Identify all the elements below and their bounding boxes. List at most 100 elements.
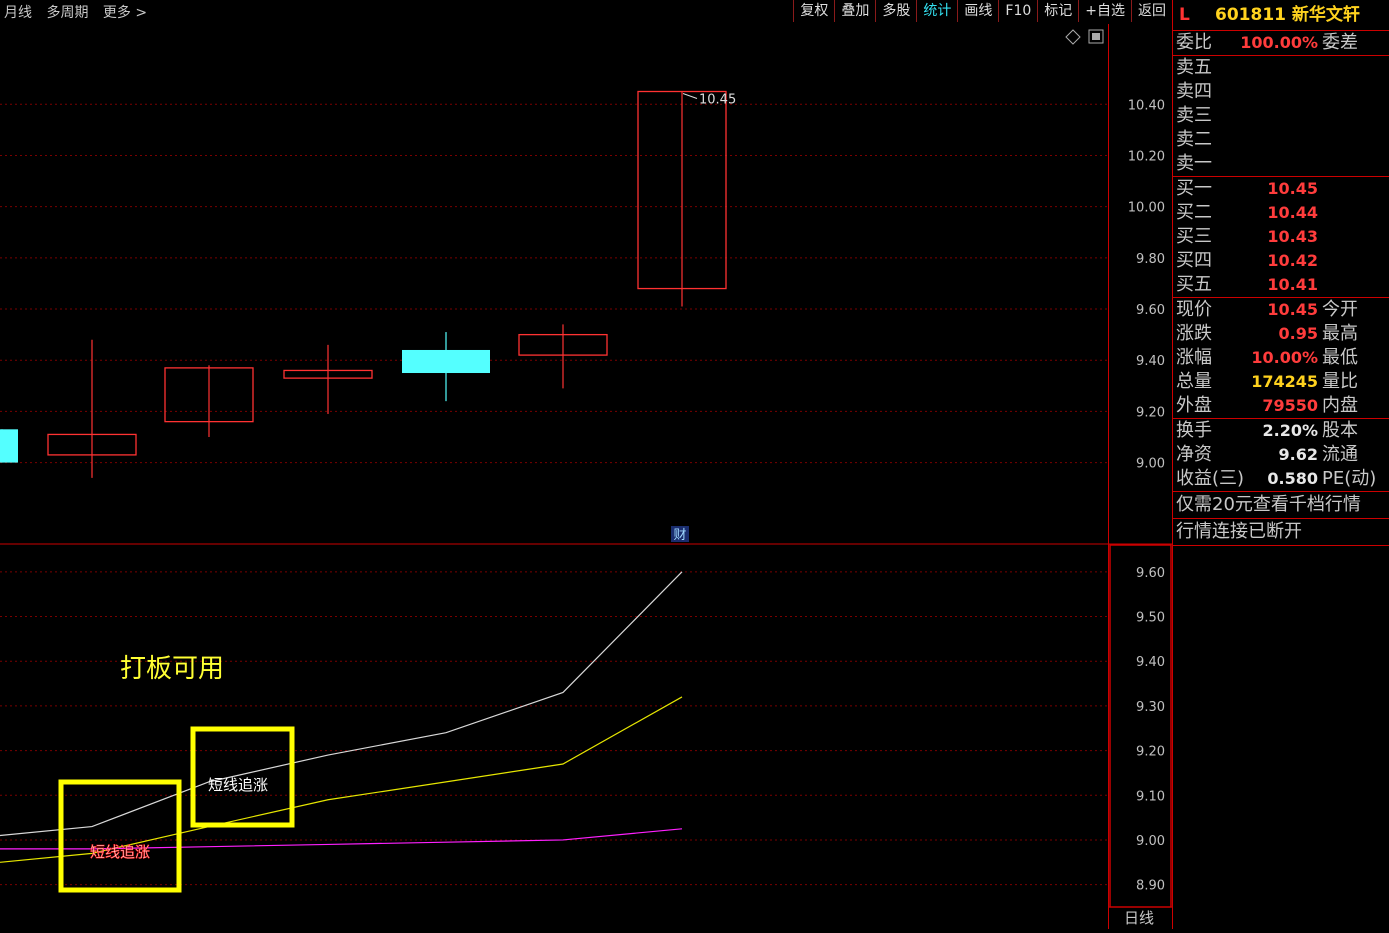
ask-label: 卖三 [1176, 105, 1212, 126]
stats2-list: 换手 2.20% 股本 净资 9.62 流通 收益(三) 0.580 PE(动) [1173, 419, 1389, 492]
weibi-value: 100.00% [1240, 33, 1318, 52]
stat-row: 总量 174245 量比 [1173, 370, 1389, 394]
weicha-label: 委差 [1322, 32, 1358, 53]
bid-label: 买五 [1176, 274, 1212, 295]
stat-label-2: 股本 [1322, 420, 1358, 441]
stat-value: 0.95 [1278, 324, 1318, 343]
stat-label: 总量 [1176, 371, 1212, 392]
bid-price: 10.43 [1267, 227, 1318, 246]
indicator-line-1 [0, 571, 683, 837]
bid-price: 10.42 [1267, 251, 1318, 270]
candle-body [0, 429, 18, 463]
overlay-button[interactable]: 叠加 [834, 0, 875, 22]
indicator-tick-label: 9.50 [1136, 611, 1165, 626]
ask-label: 卖五 [1176, 57, 1212, 78]
fuquan-button[interactable]: 复权 [793, 0, 834, 22]
f10-button[interactable]: F10 [998, 0, 1037, 22]
top-toolbar: 月线 多周期 更多 > 复权 叠加 多股 统计 画线 F10 标记 +自选 返回 [0, 0, 1172, 24]
bid-row: 买三 10.43 [1173, 225, 1389, 249]
price-tick-label: 9.40 [1136, 354, 1165, 369]
tab-monthly[interactable]: 月线 [4, 5, 32, 21]
high-price-label: 10.45 [699, 93, 736, 108]
bid-row: 买五 10.41 [1173, 273, 1389, 297]
price-tick-label: 9.80 [1136, 252, 1165, 267]
stat-value: 10.45 [1267, 300, 1318, 319]
stock-header: L 601811 新华文轩 [1173, 0, 1389, 31]
stat-label-2: 内盘 [1322, 395, 1358, 416]
stat-row: 涨幅 10.00% 最低 [1173, 346, 1389, 370]
ask-label: 卖四 [1176, 81, 1212, 102]
stat-value: 0.580 [1267, 469, 1318, 488]
quote-panel: L 601811 新华文轩 委比 100.00% 委差 卖五 卖四 卖三 卖二 … [1172, 0, 1389, 929]
chart-svg[interactable]: 10.40 10.20 10.00 9.80 9.60 9.40 9.20 9.00 10.45… [0, 24, 1172, 929]
draw-line-button[interactable]: 画线 [957, 0, 998, 22]
indicator-tick-label: 8.90 [1136, 879, 1165, 894]
candle-body [402, 349, 490, 374]
stat-label-2: 最低 [1322, 347, 1358, 368]
bid-row: 买二 10.44 [1173, 201, 1389, 225]
bid-price: 10.41 [1267, 275, 1318, 294]
price-tick-label: 10.40 [1128, 98, 1165, 113]
level2-promo-link[interactable]: 仅需20元查看千档行情 [1173, 492, 1389, 519]
tab-multi-period[interactable]: 多周期 [46, 5, 88, 21]
stat-row: 现价 10.45 今开 [1173, 298, 1389, 322]
multi-stock-button[interactable]: 多股 [875, 0, 916, 22]
bid-price: 10.45 [1267, 179, 1318, 198]
indicator-tick-label: 9.20 [1136, 745, 1165, 760]
ask-label: 卖一 [1176, 153, 1212, 174]
bid-row: 买四 10.42 [1173, 249, 1389, 273]
price-tick-label: 9.00 [1136, 457, 1165, 472]
ask-list: 卖五 卖四 卖三 卖二 卖一 [1173, 56, 1389, 177]
weibi-label: 委比 [1176, 32, 1212, 53]
ask-row: 卖四 [1173, 80, 1389, 104]
stat-value: 10.00% [1251, 348, 1318, 367]
stat-row: 收益(三) 0.580 PE(动) [1173, 467, 1389, 491]
stat-label: 涨幅 [1176, 347, 1212, 368]
bid-price: 10.44 [1267, 203, 1318, 222]
stat-row: 涨跌 0.95 最高 [1173, 322, 1389, 346]
stat-label-2: 量比 [1322, 371, 1358, 392]
stat-label: 现价 [1176, 299, 1212, 320]
price-tick-label: 9.20 [1136, 405, 1165, 420]
finance-marker: 财 [673, 528, 686, 543]
stat-value: 2.20% [1262, 421, 1318, 440]
indicator-tick-label: 9.10 [1136, 789, 1165, 804]
connection-status: 行情连接已断开 [1173, 519, 1389, 546]
bid-list: 买一 10.45 买二 10.44 买三 10.43 买四 10.42 买五 10.41 [1173, 177, 1389, 298]
stat-row: 换手 2.20% 股本 [1173, 419, 1389, 443]
period-tabs: 月线 多周期 更多 > [4, 2, 157, 22]
stat-label: 换手 [1176, 420, 1212, 441]
stats-list: 现价 10.45 今开 涨跌 0.95 最高 涨幅 10.00% 最低 总量 174245 量比… [1173, 298, 1389, 419]
price-tick-label: 9.60 [1136, 303, 1165, 318]
back-button[interactable]: 返回 [1131, 0, 1172, 22]
chart-area[interactable]: 10.40 10.20 10.00 9.80 9.60 9.40 9.20 9.00 10.45… [0, 24, 1172, 929]
bid-row: 买一 10.45 [1173, 177, 1389, 201]
ask-row: 卖三 [1173, 104, 1389, 128]
price-tick-label: 10.00 [1128, 201, 1165, 216]
indicator-tick-label: 9.00 [1136, 834, 1165, 849]
window-icon-inner [1092, 33, 1100, 40]
bid-label: 买一 [1176, 178, 1212, 199]
statistics-button[interactable]: 统计 [916, 0, 957, 22]
mark-button[interactable]: 标记 [1037, 0, 1078, 22]
stat-label: 收益(三) [1176, 468, 1245, 489]
ask-row: 卖五 [1173, 56, 1389, 80]
bid-label: 买三 [1176, 226, 1212, 247]
dbky-annotation: 打板可用 [120, 654, 224, 684]
indicator-axis-frame [1109, 544, 1172, 908]
stock-code: 601811 [1215, 5, 1286, 25]
period-label: 日线 [1124, 909, 1154, 927]
ask-label: 卖二 [1176, 129, 1212, 150]
indicator-tick-label: 9.30 [1136, 700, 1165, 715]
indicator-tick-label: 9.40 [1136, 655, 1165, 670]
bid-label: 买四 [1176, 250, 1212, 271]
stat-label-2: PE(动) [1322, 468, 1377, 489]
tab-more[interactable]: 更多 > [103, 5, 147, 21]
signal-label-2: 短线追涨 [208, 776, 268, 794]
add-watchlist-button[interactable]: +自选 [1078, 0, 1131, 22]
ask-row: 卖二 [1173, 128, 1389, 152]
ask-row: 卖一 [1173, 152, 1389, 176]
stat-label-2: 今开 [1322, 299, 1358, 320]
stat-row: 净资 9.62 流通 [1173, 443, 1389, 467]
stat-value: 174245 [1251, 372, 1318, 391]
